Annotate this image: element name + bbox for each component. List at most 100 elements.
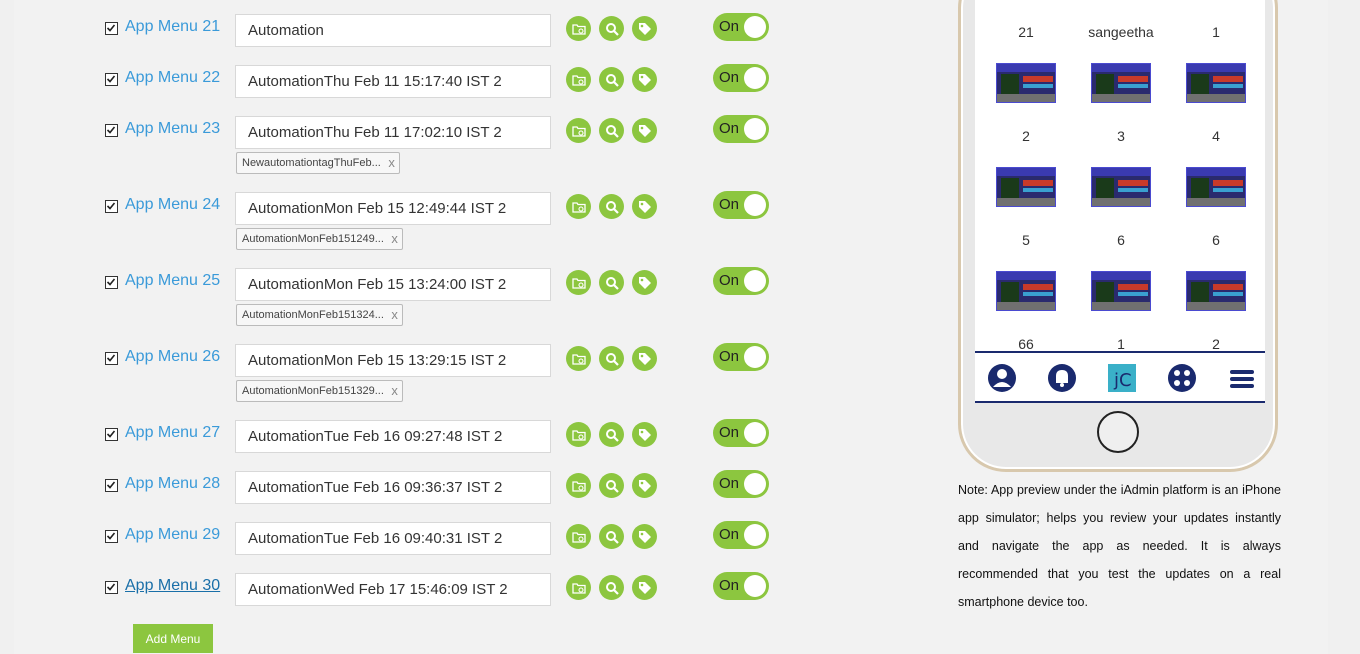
tag-icon[interactable]: [632, 422, 657, 447]
menu-label[interactable]: App Menu 22: [125, 69, 220, 87]
menu-label[interactable]: App Menu 30: [125, 577, 220, 595]
app-logo-icon[interactable]: jC: [1107, 363, 1137, 393]
tag-icon[interactable]: [632, 16, 657, 41]
menu-checkbox[interactable]: [105, 581, 118, 594]
menu-toggle[interactable]: On: [713, 267, 769, 295]
toggle-knob: [744, 575, 766, 597]
menu-name-input[interactable]: [235, 344, 551, 377]
search-icon[interactable]: [599, 473, 624, 498]
folder-search-icon[interactable]: [566, 575, 591, 600]
toggle-knob: [744, 194, 766, 216]
menu-name-input[interactable]: [235, 192, 551, 225]
menu-checkbox[interactable]: [105, 352, 118, 365]
folder-search-icon[interactable]: [566, 16, 591, 41]
menu-label[interactable]: App Menu 28: [125, 475, 220, 493]
tag-icon[interactable]: [632, 194, 657, 219]
menu-toggle[interactable]: On: [713, 64, 769, 92]
menu-checkbox[interactable]: [105, 479, 118, 492]
menu-checkbox[interactable]: [105, 530, 118, 543]
tag-remove-icon[interactable]: x: [388, 153, 395, 173]
menu-checkbox[interactable]: [105, 428, 118, 441]
search-icon[interactable]: [599, 422, 624, 447]
menu-toggle[interactable]: On: [713, 521, 769, 549]
folder-search-icon[interactable]: [566, 422, 591, 447]
app-thumbnail[interactable]: [1186, 63, 1246, 103]
search-icon[interactable]: [599, 67, 624, 92]
hamburger-menu-icon[interactable]: [1227, 363, 1257, 393]
phone-bottom-nav: jC: [975, 351, 1265, 403]
tag-icon[interactable]: [632, 575, 657, 600]
menu-name-input[interactable]: [235, 573, 551, 606]
tag-remove-icon[interactable]: x: [391, 305, 398, 325]
tag-icon[interactable]: [632, 118, 657, 143]
add-menu-button[interactable]: Add Menu: [133, 624, 213, 653]
menu-name-input[interactable]: [235, 471, 551, 504]
app-thumbnail[interactable]: [996, 167, 1056, 207]
menu-toggle[interactable]: On: [713, 572, 769, 600]
menu-toggle[interactable]: On: [713, 343, 769, 371]
app-thumbnail[interactable]: [996, 271, 1056, 311]
tag-icon[interactable]: [632, 524, 657, 549]
app-thumbnail[interactable]: [1091, 167, 1151, 207]
folder-search-icon[interactable]: [566, 118, 591, 143]
app-thumbnail[interactable]: [996, 63, 1056, 103]
tag-remove-icon[interactable]: x: [391, 229, 398, 249]
gamepad-icon[interactable]: [1167, 363, 1197, 393]
user-icon[interactable]: [987, 363, 1017, 393]
toggle-label: On: [719, 120, 740, 137]
app-thumbnail[interactable]: [1091, 271, 1151, 311]
menu-checkbox[interactable]: [105, 73, 118, 86]
bell-icon[interactable]: [1047, 363, 1077, 393]
menu-label[interactable]: App Menu 27: [125, 424, 220, 442]
menu-name-input[interactable]: [235, 65, 551, 98]
folder-search-icon[interactable]: [566, 270, 591, 295]
search-icon[interactable]: [599, 346, 624, 371]
tag-icon[interactable]: [632, 270, 657, 295]
phone-home-button[interactable]: [1097, 411, 1139, 453]
app-thumbnail[interactable]: [1186, 271, 1246, 311]
menu-name-input[interactable]: [235, 522, 551, 555]
search-icon[interactable]: [599, 524, 624, 549]
app-thumbnail[interactable]: [1186, 167, 1246, 207]
menu-label[interactable]: App Menu 23: [125, 120, 220, 138]
app-thumbnail[interactable]: [1091, 63, 1151, 103]
tag-icon[interactable]: [632, 67, 657, 92]
top-grid-label: 21: [1018, 24, 1034, 40]
menu-label[interactable]: App Menu 21: [125, 18, 220, 36]
menu-toggle[interactable]: On: [713, 191, 769, 219]
menu-name-input[interactable]: [235, 116, 551, 149]
menu-name-input[interactable]: [235, 420, 551, 453]
grid-item-label: 2: [1212, 336, 1220, 352]
menu-toggle[interactable]: On: [713, 115, 769, 143]
folder-search-icon[interactable]: [566, 346, 591, 371]
folder-search-icon[interactable]: [566, 473, 591, 498]
menu-checkbox[interactable]: [105, 200, 118, 213]
folder-search-icon[interactable]: [566, 524, 591, 549]
menu-toggle[interactable]: On: [713, 470, 769, 498]
grid-item-label: 2: [1022, 128, 1030, 144]
menu-label[interactable]: App Menu 29: [125, 526, 220, 544]
search-icon[interactable]: [599, 194, 624, 219]
search-icon[interactable]: [599, 118, 624, 143]
tag-remove-icon[interactable]: x: [391, 381, 398, 401]
tag-icon[interactable]: [632, 346, 657, 371]
folder-search-icon[interactable]: [566, 194, 591, 219]
menu-label[interactable]: App Menu 25: [125, 272, 220, 290]
folder-search-icon[interactable]: [566, 67, 591, 92]
menu-name-input[interactable]: [235, 268, 551, 301]
search-icon[interactable]: [599, 16, 624, 41]
menu-toggle[interactable]: On: [713, 419, 769, 447]
menu-label[interactable]: App Menu 24: [125, 196, 220, 214]
toggle-label: On: [719, 475, 740, 492]
menu-name-input[interactable]: [235, 14, 551, 47]
toggle-knob: [744, 422, 766, 444]
menu-checkbox[interactable]: [105, 276, 118, 289]
search-icon[interactable]: [599, 270, 624, 295]
menu-label[interactable]: App Menu 26: [125, 348, 220, 366]
menu-checkbox[interactable]: [105, 124, 118, 137]
menu-toggle[interactable]: On: [713, 13, 769, 41]
search-icon[interactable]: [599, 575, 624, 600]
tag-icon[interactable]: [632, 473, 657, 498]
toggle-knob: [744, 346, 766, 368]
menu-checkbox[interactable]: [105, 22, 118, 35]
